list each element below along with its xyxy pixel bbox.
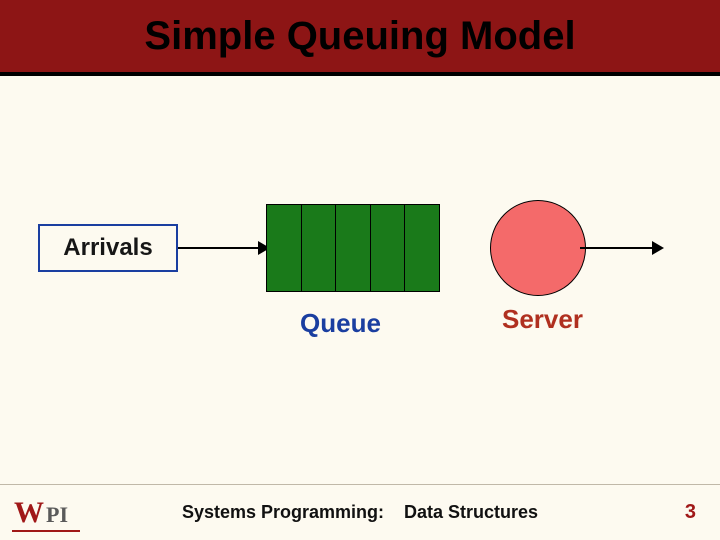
title-bar: Simple Queuing Model [0, 0, 720, 76]
queue-slot [302, 205, 337, 291]
footer-text: Systems Programming: Data Structures [0, 502, 720, 523]
slide-title: Simple Queuing Model [144, 14, 575, 59]
arrowhead-icon [652, 241, 664, 255]
arrivals-label: Arrivals [63, 234, 152, 262]
queue-label: Queue [300, 308, 381, 339]
arrow-server-out [580, 247, 656, 249]
queue-slot [405, 205, 439, 291]
slide-footer: W PI Systems Programming: Data Structure… [0, 484, 720, 540]
arrow-arrivals-to-queue [178, 247, 262, 249]
queue-box [266, 204, 440, 292]
logo-underline [12, 530, 80, 532]
server-circle [490, 200, 586, 296]
server-label: Server [502, 304, 583, 335]
queuing-diagram: Arrivals Queue Server [0, 200, 720, 330]
page-number: 3 [685, 501, 696, 524]
footer-course: Systems Programming: [182, 502, 384, 522]
queue-slot [336, 205, 371, 291]
footer-topic: Data Structures [404, 502, 538, 522]
arrivals-box: Arrivals [38, 224, 178, 272]
queue-slot [371, 205, 406, 291]
queue-slot [267, 205, 302, 291]
